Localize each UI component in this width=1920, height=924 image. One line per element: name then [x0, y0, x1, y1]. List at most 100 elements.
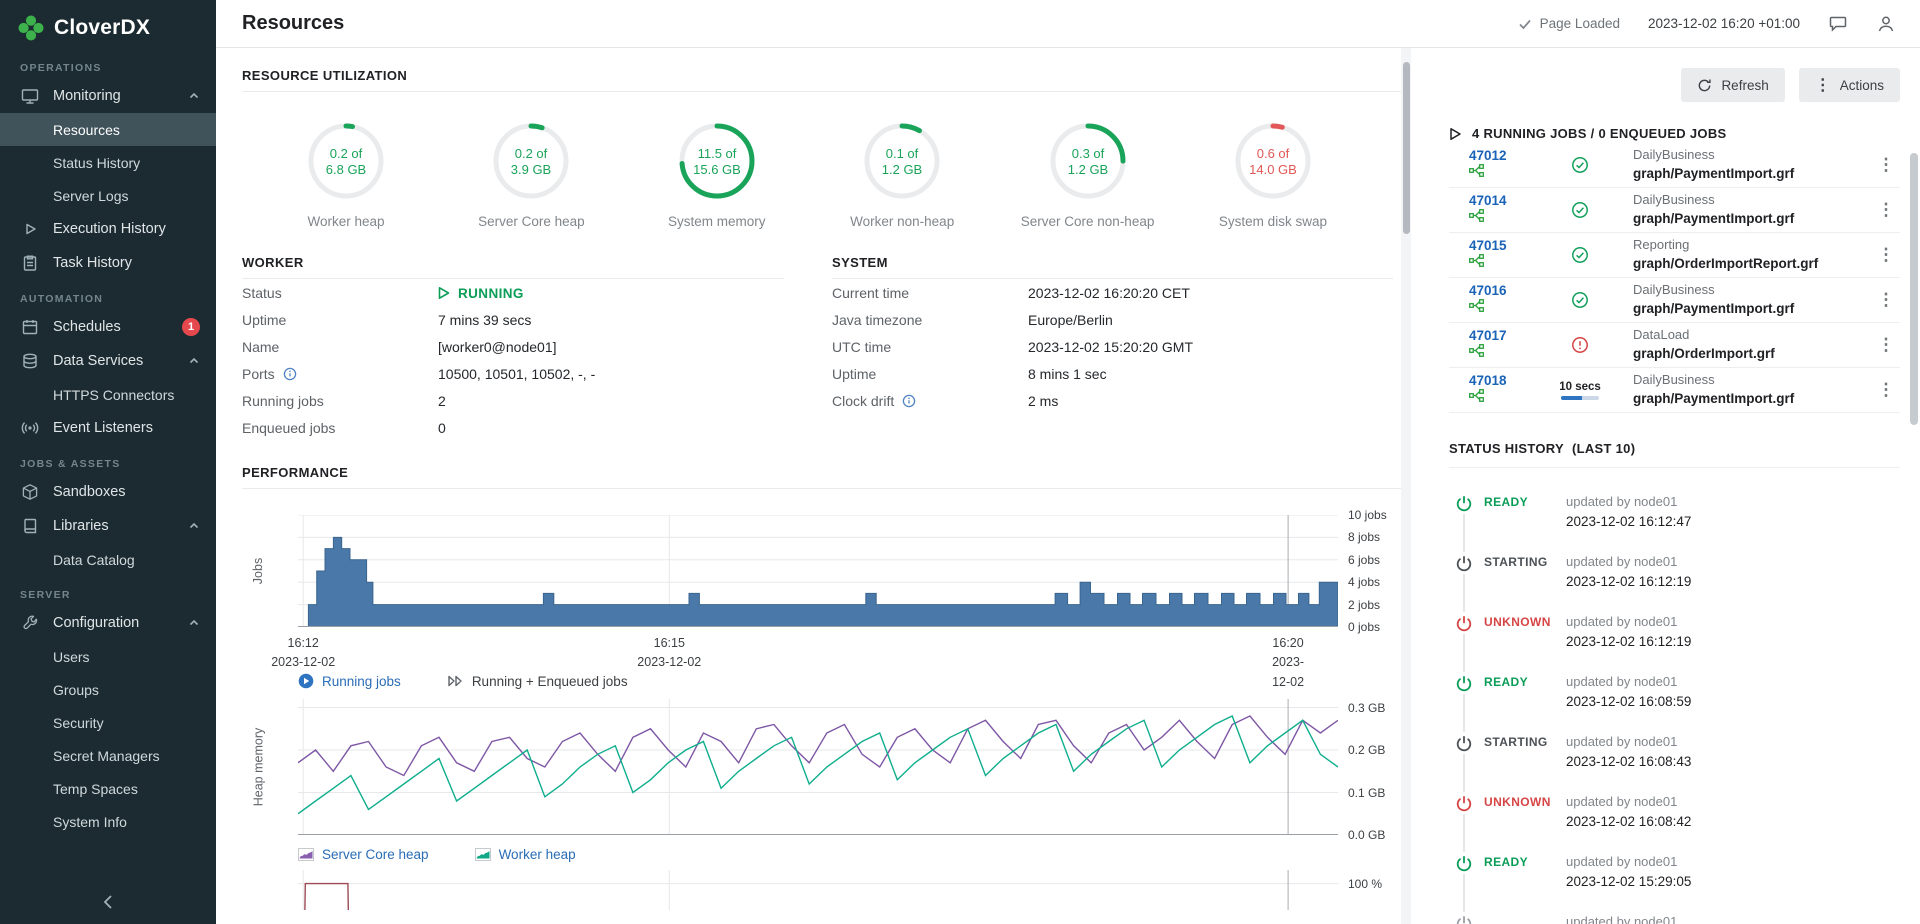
- sidebar-item-configuration[interactable]: Configuration: [0, 606, 216, 640]
- job-id-link[interactable]: 47014: [1469, 193, 1551, 208]
- job-id-link[interactable]: 47016: [1469, 283, 1551, 298]
- job-menu-button[interactable]: ⋮: [1872, 380, 1900, 400]
- sidebar-item-sandboxes[interactable]: Sandboxes: [0, 475, 216, 509]
- user-menu-button[interactable]: [1876, 14, 1896, 34]
- sidebar-item-security[interactable]: Security: [0, 706, 216, 739]
- updated-by: updated by node01: [1566, 792, 1691, 812]
- y-tick-label: 10 jobs: [1348, 508, 1387, 522]
- gauge-system-memory: 11.5 of15.6 GB System memory: [637, 122, 797, 229]
- cpu-chart-plot: [298, 870, 1338, 910]
- sidebar-item-status-history[interactable]: Status History: [0, 146, 216, 179]
- sidebar-item-groups[interactable]: Groups: [0, 673, 216, 706]
- status-label: READY: [1484, 852, 1566, 869]
- sidebar-item-data-services[interactable]: Data Services: [0, 344, 216, 378]
- sidebar-item-execution-history[interactable]: Execution History: [0, 212, 216, 246]
- job-project: DailyBusiness: [1633, 371, 1872, 389]
- x-tick-label: 16:152023-12-02: [637, 634, 701, 673]
- power-status-icon: [1453, 672, 1475, 694]
- job-graph-icon: [1469, 209, 1551, 227]
- refresh-button[interactable]: Refresh: [1681, 68, 1784, 102]
- sidebar-item-label: Monitoring: [53, 88, 121, 104]
- status-label: READY: [1484, 672, 1566, 689]
- divider: [242, 91, 1401, 92]
- job-id-link[interactable]: 47015: [1469, 238, 1551, 253]
- job-menu-button[interactable]: ⋮: [1872, 290, 1900, 310]
- main-scrollbar[interactable]: [1401, 48, 1411, 924]
- sidebar-item-label: Schedules: [53, 319, 121, 335]
- sidebar-item-system-info[interactable]: System Info: [0, 805, 216, 838]
- job-id-link[interactable]: 47018: [1469, 373, 1551, 388]
- gauge-label: System memory: [668, 214, 766, 229]
- power-status-icon: [1453, 792, 1475, 814]
- worker-running-jobs-row: Running jobs2: [242, 388, 784, 414]
- job-menu-button[interactable]: ⋮: [1872, 155, 1900, 175]
- status-label: STARTING: [1484, 552, 1566, 569]
- job-menu-button[interactable]: ⋮: [1872, 245, 1900, 265]
- y-tick-label: 0.2 GB: [1348, 743, 1385, 757]
- app-logo[interactable]: CloverDX: [0, 0, 216, 49]
- job-id-link[interactable]: 47017: [1469, 328, 1551, 343]
- sidebar-item-label: Sandboxes: [53, 484, 126, 500]
- sidebar-item-secret-managers[interactable]: Secret Managers: [0, 739, 216, 772]
- sidebar-collapse-button[interactable]: [0, 880, 216, 924]
- gauge-ring-icon: 11.5 of15.6 GB: [678, 122, 756, 200]
- sidebar-item-https-connectors[interactable]: HTTPS Connectors: [0, 378, 216, 411]
- sidebar-sub-label: Status History: [53, 155, 140, 171]
- job-duration: 10 secs: [1559, 381, 1601, 393]
- info-icon[interactable]: [902, 394, 916, 408]
- job-menu-button[interactable]: ⋮: [1872, 200, 1900, 220]
- sidebar-item-label: Task History: [53, 255, 132, 271]
- sidebar-item-server-logs[interactable]: Server Logs: [0, 179, 216, 212]
- actions-button[interactable]: ⋮ Actions: [1799, 68, 1900, 102]
- status-history-suffix: (LAST 10): [1572, 441, 1635, 456]
- sidebar-item-resources[interactable]: Resources: [0, 113, 216, 146]
- area-chart-purple-icon: [298, 848, 314, 861]
- system-current-time-row: Current time2023-12-02 16:20:20 CET: [832, 280, 1393, 306]
- job-id-link[interactable]: 47012: [1469, 148, 1551, 163]
- status-label: UNKNOWN: [1484, 612, 1566, 629]
- sidebar-item-schedules[interactable]: Schedules 1: [0, 310, 216, 344]
- topbar: Resources Page Loaded 2023-12-02 16:20 +…: [216, 0, 1920, 48]
- feedback-button[interactable]: [1828, 14, 1848, 34]
- legend-running-enqueued-jobs[interactable]: Running + Enqueued jobs: [447, 674, 628, 689]
- legend-worker-heap[interactable]: Worker heap: [475, 847, 576, 862]
- main-scrollbar-thumb[interactable]: [1403, 62, 1410, 234]
- legend-server-core-heap[interactable]: Server Core heap: [298, 847, 429, 862]
- gauge-worker-non-heap: 0.1 of1.2 GB Worker non-heap: [822, 122, 982, 229]
- chevron-up-icon: [188, 355, 200, 367]
- sidebar-item-monitoring[interactable]: Monitoring: [0, 79, 216, 113]
- job-graph-icon: [1469, 389, 1551, 407]
- section-title-resource-utilization: RESOURCE UTILIZATION: [242, 68, 1401, 83]
- divider: [832, 278, 1393, 279]
- sidebar-item-users[interactable]: Users: [0, 640, 216, 673]
- updated-by: updated by node01: [1566, 852, 1691, 872]
- job-row: 47015 Reportinggraph/OrderImportReport.g…: [1449, 233, 1900, 278]
- updated-by: updated by node01: [1566, 672, 1691, 692]
- jobs-chart-plot: [298, 515, 1338, 627]
- gauge-worker-heap: 0.2 of6.8 GB Worker heap: [266, 122, 426, 229]
- power-status-icon: [1453, 612, 1475, 634]
- sidebar-item-data-catalog[interactable]: Data Catalog: [0, 543, 216, 576]
- y-tick-label: 2 jobs: [1348, 598, 1380, 612]
- info-icon[interactable]: [283, 367, 297, 381]
- sidebar-item-event-listeners[interactable]: Event Listeners: [0, 411, 216, 445]
- svg-text:0.3 of: 0.3 of: [1071, 146, 1104, 161]
- job-row: 47012 DailyBusinessgraph/PaymentImport.g…: [1449, 143, 1900, 188]
- sidebar-item-temp-spaces[interactable]: Temp Spaces: [0, 772, 216, 805]
- updated-by: updated by node01: [1566, 612, 1691, 632]
- job-menu-button[interactable]: ⋮: [1872, 335, 1900, 355]
- legend-running-jobs[interactable]: Running jobs: [298, 673, 401, 689]
- status-time: 2023-12-02 16:08:42: [1566, 812, 1691, 832]
- svg-text:11.5 of: 11.5 of: [697, 146, 736, 161]
- task-history-icon: [20, 253, 40, 273]
- cloverdx-logo-icon: [18, 15, 44, 41]
- gauge-ring-icon: 0.1 of1.2 GB: [863, 122, 941, 200]
- right-panel-scrollbar[interactable]: [1910, 153, 1918, 425]
- sidebar-item-task-history[interactable]: Task History: [0, 246, 216, 280]
- status-time: 2023-12-02 16:12:19: [1566, 632, 1691, 652]
- system-uptime-row: Uptime8 mins 1 sec: [832, 361, 1393, 387]
- sidebar-item-libraries[interactable]: Libraries: [0, 509, 216, 543]
- jobs-chart-legend: Running jobs Running + Enqueued jobs: [298, 673, 1401, 689]
- updated-by: updated by node01: [1566, 552, 1691, 572]
- page-status-label: Page Loaded: [1540, 16, 1620, 31]
